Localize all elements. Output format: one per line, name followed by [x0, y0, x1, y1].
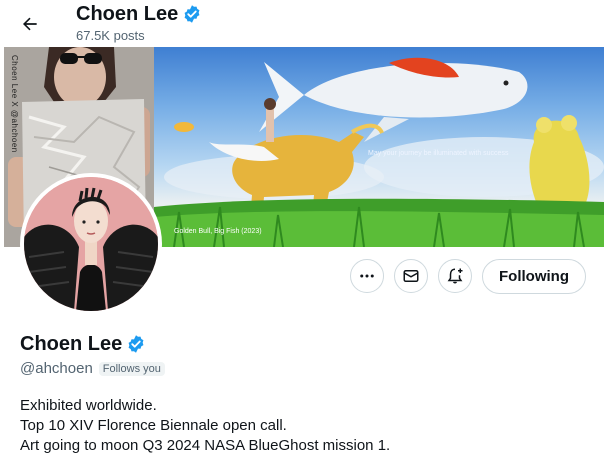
- header-name-text: Choen Lee: [76, 3, 179, 25]
- avatar[interactable]: [20, 173, 162, 315]
- avatar-image: [24, 177, 158, 311]
- banner-caption: Golden Bull, Big Fish (2023): [174, 228, 262, 235]
- profile-name-text: Choen Lee: [20, 333, 123, 355]
- follows-you-badge: Follows you: [98, 361, 165, 376]
- header-name: Choen Lee: [76, 2, 202, 26]
- bio-line: Exhibited worldwide.: [20, 397, 157, 414]
- bio-line: Top 10 XIV Florence Biennale open call.: [20, 417, 287, 434]
- profile-header: Choen Lee 67.5K posts: [0, 0, 608, 48]
- handle-row: @ahchoen Follows you: [20, 360, 165, 377]
- post-count: 67.5K posts: [76, 28, 145, 43]
- bio-line: Art going to moon Q3 2024 NASA BlueGhost…: [20, 437, 391, 454]
- more-icon: [360, 274, 374, 278]
- profile-bio: Exhibited worldwide. Top 10 XIV Florence…: [20, 396, 390, 456]
- message-button[interactable]: [394, 259, 428, 293]
- back-button[interactable]: [14, 8, 46, 40]
- banner-artwork: [154, 47, 604, 247]
- notify-button[interactable]: [438, 259, 472, 293]
- following-button[interactable]: Following: [482, 259, 586, 294]
- banner-vertical-text: Choen Lee X @ahchoen: [10, 55, 19, 153]
- banner-slogan: May your journey be illuminated with suc…: [368, 150, 509, 157]
- envelope-icon: [403, 270, 419, 282]
- verified-badge-icon: [128, 335, 144, 353]
- verified-badge-icon: [184, 5, 200, 23]
- arrow-left-icon: [23, 17, 37, 31]
- profile-name: Choen Lee: [20, 331, 146, 357]
- bell-plus-icon: [447, 268, 463, 284]
- more-button[interactable]: [350, 259, 384, 293]
- profile-handle: @ahchoen: [20, 360, 93, 377]
- artwork-illustration: [154, 57, 604, 247]
- avatar-illustration: [24, 177, 158, 311]
